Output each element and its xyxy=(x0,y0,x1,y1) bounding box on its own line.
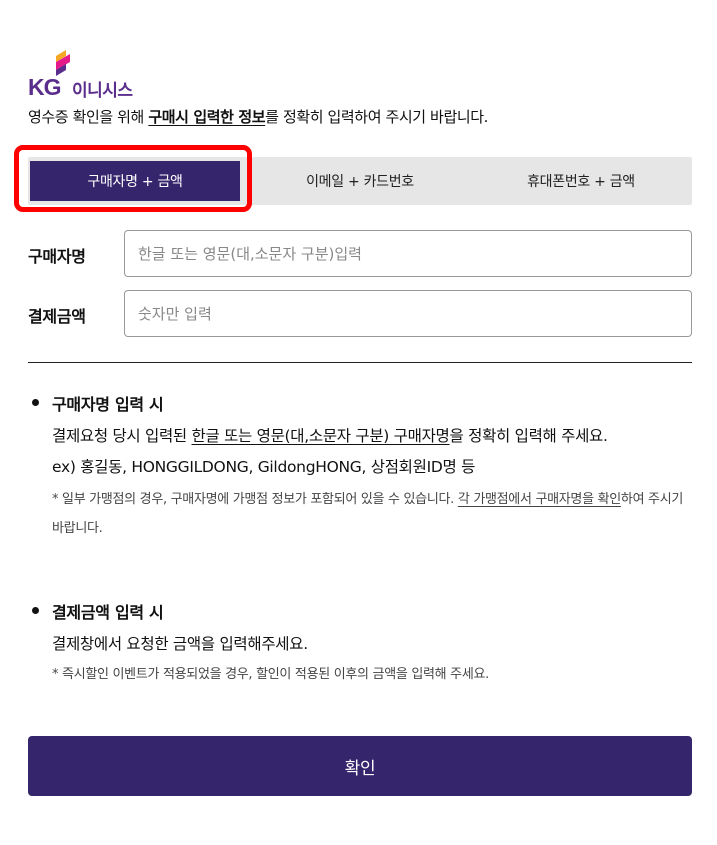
section-divider xyxy=(28,362,692,363)
tab-buyer-name-amount[interactable]: 구매자명 + 금액 xyxy=(30,161,240,201)
buyer-name-guide-title: 구매자명 입력 시 xyxy=(28,391,692,415)
buyer-name-guide: 구매자명 입력 시 결제요청 당시 입력된 한글 또는 영문(대,소문자 구분)… xyxy=(28,391,692,543)
buyer-name-input[interactable] xyxy=(124,230,692,277)
tab-phone-amount[interactable]: 휴대폰번호 + 금액 xyxy=(470,157,692,205)
logo-brand-name: 이니시스 xyxy=(72,81,133,101)
guide-line-underlined: 한글 또는 영문(대,소문자 구분) 구매자명 xyxy=(191,427,450,445)
guide-line-before: 결제요청 당시 입력된 xyxy=(52,427,192,445)
buyer-name-label: 구매자명 xyxy=(28,247,86,266)
amount-guide: 결제금액 입력 시 결제창에서 요청한 금액을 입력해주세요. * 즉시할인 이… xyxy=(28,599,692,689)
buyer-name-note: * 일부 가맹점의 경우, 구매자명에 가맹점 정보가 포함되어 있을 수 있습… xyxy=(28,485,692,543)
amount-input[interactable] xyxy=(124,290,692,337)
amount-guide-note: * 즉시할인 이벤트가 적용되었을 경우, 할인이 적용된 이후의 금액을 입력… xyxy=(52,667,489,682)
tab-email-card-number[interactable]: 이메일 + 카드번호 xyxy=(250,157,470,205)
search-method-tabs: 구매자명 + 금액 이메일 + 카드번호 휴대폰번호 + 금액 xyxy=(28,157,692,205)
note-underlined-link: 각 가맹점에서 구매자명을 확인 xyxy=(457,492,621,507)
amount-guide-title: 결제금액 입력 시 xyxy=(28,599,692,623)
intro-text: 영수증 확인을 위해 구매시 입력한 정보를 정확히 입력하여 주시기 바랍니다… xyxy=(28,106,488,127)
buyer-name-example: ex) 홍길동, HONGGILDONG, GildongHONG, 상점회원I… xyxy=(52,458,476,476)
intro-text-emphasis: 구매시 입력한 정보 xyxy=(148,108,266,126)
note-before: * 일부 가맹점의 경우, 구매자명에 가맹점 정보가 포함되어 있을 수 있습… xyxy=(52,492,458,507)
amount-guide-body: 결제창에서 요청한 금액을 입력해주세요. xyxy=(52,635,308,653)
logo-kg-text: KG xyxy=(28,74,61,100)
guide-line-after: 을 정확히 입력해 주세요. xyxy=(449,427,608,445)
intro-text-after: 를 정확히 입력하여 주시기 바랍니다. xyxy=(265,108,489,126)
buyer-name-guide-body: 결제요청 당시 입력된 한글 또는 영문(대,소문자 구분) 구매자명을 정확히… xyxy=(28,421,692,452)
confirm-button[interactable]: 확인 xyxy=(28,736,692,796)
intro-text-before: 영수증 확인을 위해 xyxy=(28,108,149,126)
amount-label: 결제금액 xyxy=(28,307,86,326)
